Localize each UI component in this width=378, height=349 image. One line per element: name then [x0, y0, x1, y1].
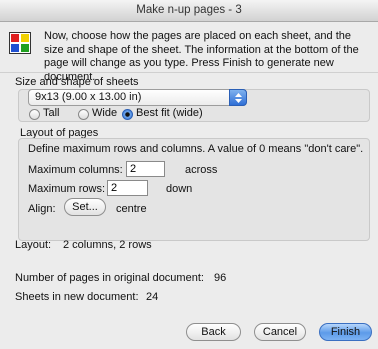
cancel-button[interactable]: Cancel — [254, 323, 306, 341]
radio-wide-label: Wide — [92, 107, 118, 119]
window-title: Make n-up pages - 3 — [0, 0, 378, 22]
pages-count-label: Number of pages in original document: — [15, 272, 204, 284]
divider — [0, 72, 378, 73]
max-columns-field[interactable] — [126, 161, 165, 177]
radio-tall-label: Tall — [43, 107, 60, 119]
align-set-button[interactable]: Set... — [64, 198, 106, 216]
sheets-count-value: 24 — [146, 291, 159, 303]
align-value: centre — [116, 203, 147, 215]
max-columns-label: Maximum columns: — [28, 164, 123, 176]
sheet-size-select[interactable]: 9x13 (9.00 x 13.00 in) — [28, 89, 247, 106]
finish-button[interactable]: Finish — [319, 323, 372, 341]
down-label: down — [166, 183, 193, 195]
sheets-count-label: Sheets in new document: — [15, 291, 139, 303]
radio-wide[interactable] — [78, 109, 89, 120]
max-rows-field[interactable] — [107, 180, 148, 196]
max-rows-label: Maximum rows: — [28, 183, 106, 195]
make-nup-dialog: Make n-up pages - 3 Now, choose how the … — [0, 0, 378, 349]
layout-info-value: 2 columns, 2 rows — [63, 239, 152, 251]
across-label: across — [185, 164, 218, 176]
size-group-label: Size and shape of sheets — [15, 76, 139, 88]
radio-best-fit[interactable] — [122, 109, 133, 120]
nup-pages-icon — [9, 32, 31, 54]
radio-tall[interactable] — [29, 109, 40, 120]
select-arrows-icon — [229, 89, 247, 106]
radio-best-fit-label: Best fit (wide) — [136, 107, 203, 119]
align-label: Align: — [28, 203, 56, 215]
sheet-size-value: 9x13 (9.00 x 13.00 in) — [35, 91, 142, 103]
layout-info-label: Layout: — [15, 239, 52, 251]
pages-count-value: 96 — [214, 272, 227, 284]
back-button[interactable]: Back — [186, 323, 241, 341]
layout-hint: Define maximum rows and columns. A value… — [28, 143, 364, 155]
